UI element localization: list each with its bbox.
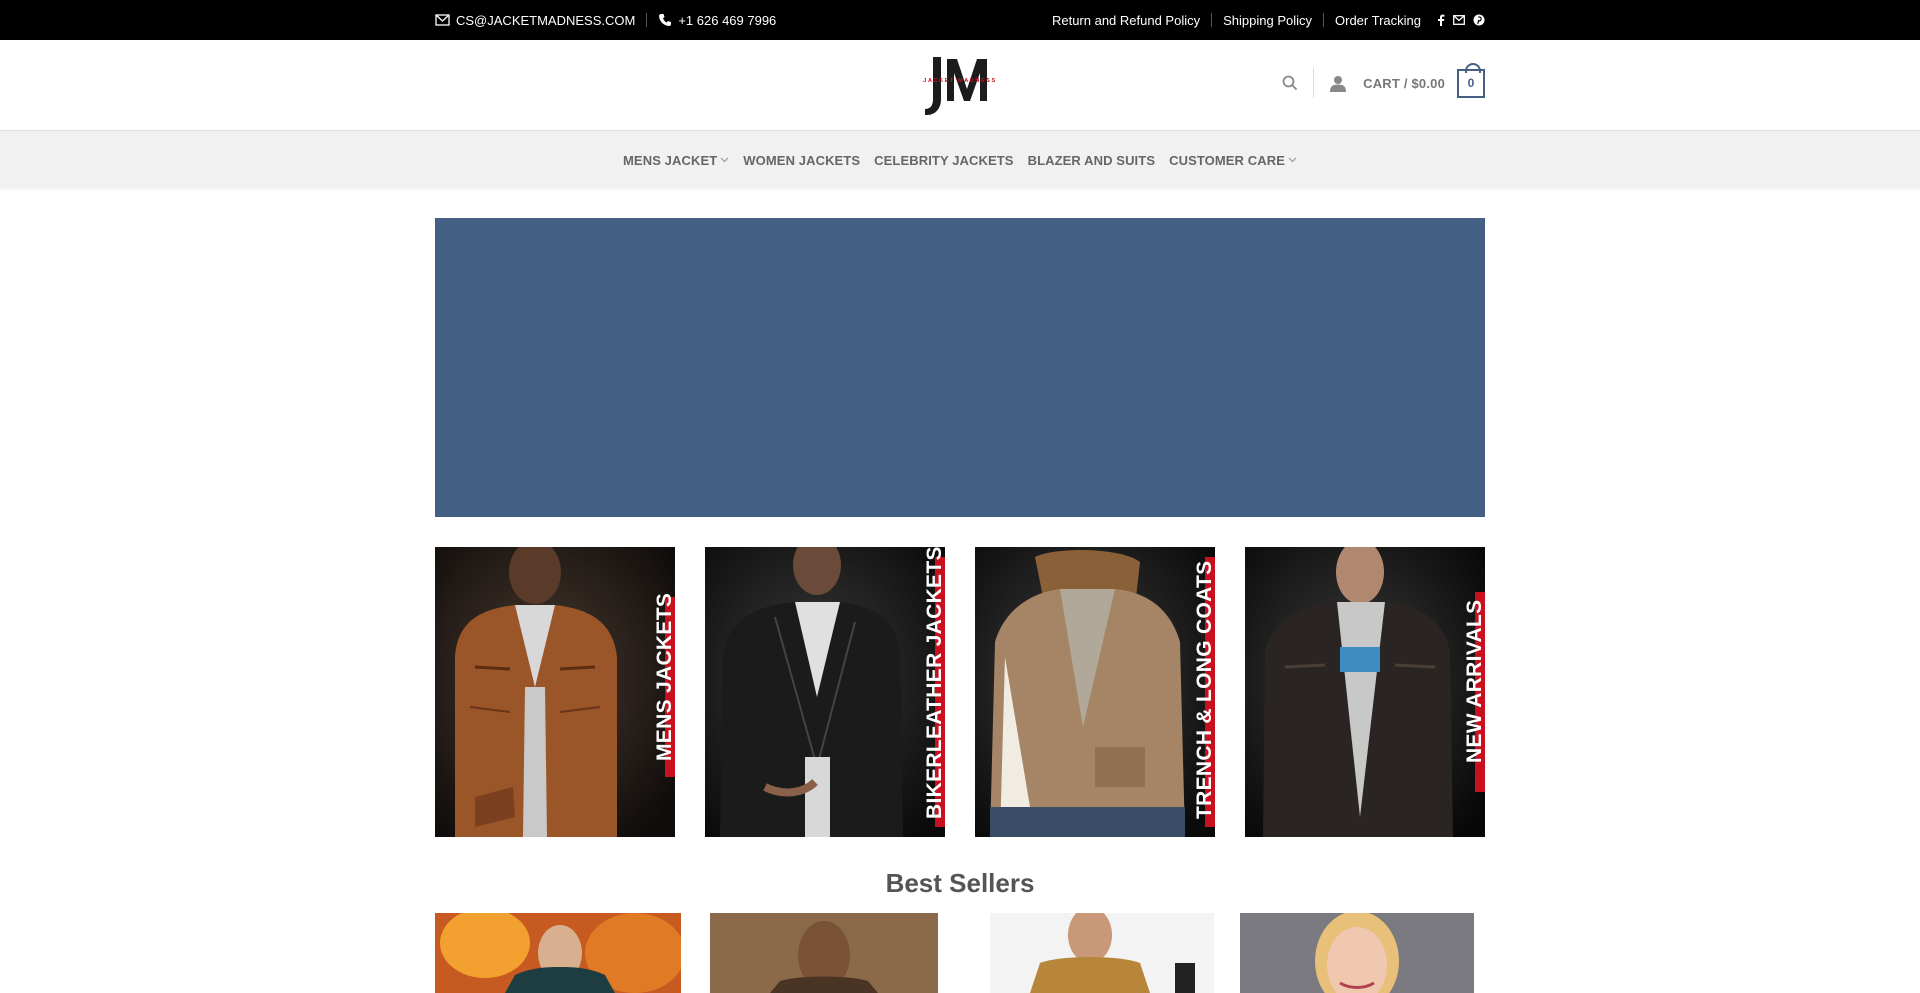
search-icon[interactable]	[1282, 75, 1298, 91]
phone-link[interactable]: +1 626 469 7996	[658, 13, 776, 28]
email-text: CS@JACKETMADNESS.COM	[456, 12, 636, 28]
top-bar: CS@JACKETMADNESS.COM +1 626 469 7996 Ret…	[0, 0, 1920, 40]
distressed-jacket-image	[1245, 547, 1485, 837]
shipping-policy-link[interactable]: Shipping Policy	[1223, 13, 1312, 28]
product-image	[990, 913, 1214, 993]
brown-leather-jacket-image	[435, 547, 675, 837]
divider	[1323, 13, 1325, 27]
nav-customer-care[interactable]: CUSTOMER CARE	[1169, 153, 1297, 168]
category-trench-long-coats[interactable]: TRENCH & LONG COATS	[975, 547, 1215, 837]
email-link[interactable]: CS@JACKETMADNESS.COM	[435, 13, 635, 28]
category-label: NEW ARRIVALS	[1463, 599, 1485, 763]
product-card[interactable]	[1240, 913, 1474, 993]
divider	[1211, 13, 1213, 27]
nav-celebrity-jackets[interactable]: CELEBRITY JACKETS	[874, 153, 1013, 168]
nav-mens-jacket[interactable]: MENS JACKET	[623, 153, 729, 168]
cart-link[interactable]: CART / $0.00	[1363, 76, 1445, 91]
pinterest-icon[interactable]	[1473, 14, 1485, 26]
mail-icon[interactable]	[1453, 15, 1465, 25]
product-image	[1240, 913, 1474, 993]
return-refund-link[interactable]: Return and Refund Policy	[1052, 13, 1200, 28]
category-label: TRENCH & LONG COATS	[1193, 560, 1215, 819]
site-header: JACKET MADNESS CART / $0.00 0	[0, 40, 1920, 130]
category-label: BIKERLEATHER JACKETS	[923, 547, 945, 819]
main-nav: MENS JACKET WOMEN JACKETS CELEBRITY JACK…	[0, 130, 1920, 188]
nav-label: BLAZER AND SUITS	[1027, 152, 1156, 168]
facebook-icon[interactable]	[1437, 14, 1445, 26]
nav-label: WOMEN JACKETS	[743, 152, 861, 168]
svg-text:JACKET MADNESS: JACKET MADNESS	[923, 78, 996, 84]
nav-label: CELEBRITY JACKETS	[874, 152, 1014, 168]
social-icons	[1437, 14, 1485, 26]
nav-blazer-and-suits[interactable]: BLAZER AND SUITS	[1028, 153, 1156, 168]
envelope-icon	[435, 14, 450, 26]
hero-banner[interactable]	[435, 218, 1485, 517]
category-biker-leather-jackets[interactable]: BIKERLEATHER JACKETS	[705, 547, 945, 837]
black-biker-jacket-image	[705, 547, 945, 837]
product-card[interactable]	[710, 913, 938, 993]
chevron-down-icon	[720, 157, 729, 163]
divider	[1313, 68, 1315, 98]
product-image	[435, 913, 681, 993]
category-new-arrivals[interactable]: NEW ARRIVALS	[1245, 547, 1485, 837]
product-image	[710, 913, 938, 993]
nav-label: MENS JACKET	[623, 152, 718, 168]
site-logo[interactable]: JACKET MADNESS	[915, 55, 1005, 117]
category-label: MENS JACKETS	[653, 592, 675, 761]
chevron-down-icon	[1288, 157, 1297, 163]
nav-women-jackets[interactable]: WOMEN JACKETS	[743, 153, 860, 168]
category-mens-jackets[interactable]: MENS JACKETS	[435, 547, 675, 837]
product-card[interactable]	[435, 913, 681, 993]
nav-label: CUSTOMER CARE	[1169, 152, 1285, 168]
best-sellers-title: Best Sellers	[885, 868, 1035, 898]
phone-text: +1 626 469 7996	[678, 12, 777, 28]
product-card[interactable]	[990, 913, 1214, 993]
shearling-coat-image	[975, 547, 1215, 837]
phone-icon	[659, 14, 672, 26]
user-icon[interactable]	[1329, 75, 1347, 92]
order-tracking-link[interactable]: Order Tracking	[1335, 13, 1421, 28]
cart-count-badge[interactable]: 0	[1457, 62, 1485, 98]
header-actions: CART / $0.00 0	[1282, 62, 1485, 98]
divider	[646, 13, 648, 27]
